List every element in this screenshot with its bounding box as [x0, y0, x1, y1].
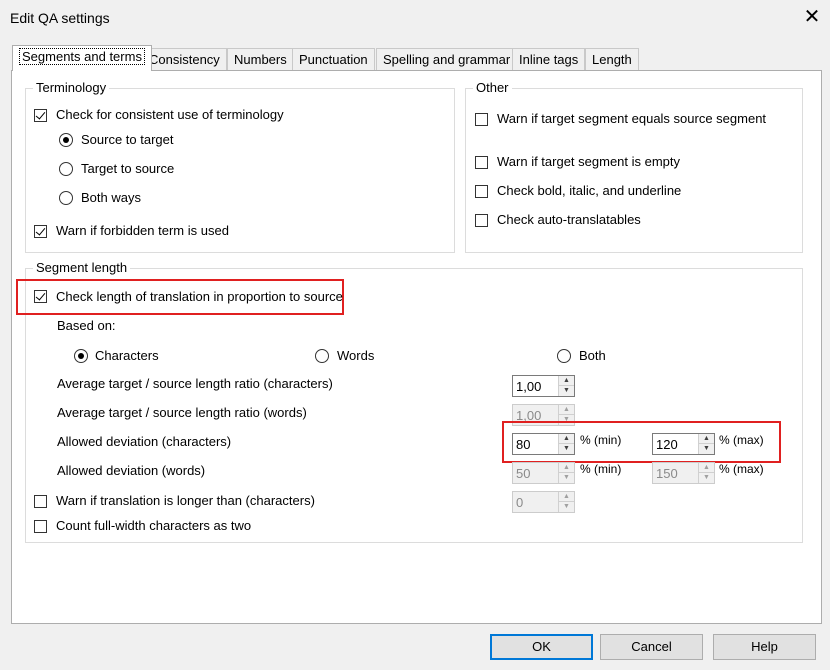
warn-empty-label[interactable]: Warn if target segment is empty	[497, 154, 680, 169]
tab-punctuation[interactable]: Punctuation	[292, 48, 375, 70]
dev-chars-min-suffix: % (min)	[580, 433, 622, 447]
dev-words-min-spinner[interactable]: ▲▼	[512, 462, 575, 484]
both-ways-label[interactable]: Both ways	[81, 190, 141, 205]
tab-numbers[interactable]: Numbers	[227, 48, 294, 70]
target-to-source-label[interactable]: Target to source	[81, 161, 174, 176]
tab-inline-tags[interactable]: Inline tags	[512, 48, 586, 70]
other-title: Other	[473, 80, 512, 95]
check-formatting-label[interactable]: Check bold, italic, and underline	[497, 183, 681, 198]
warn-longer-label[interactable]: Warn if translation is longer than (char…	[56, 493, 315, 508]
spin-down-icon[interactable]: ▼	[559, 473, 574, 483]
tab-label: Length	[592, 52, 632, 67]
warn-forbidden-checkbox[interactable]	[34, 225, 47, 238]
spin-up-icon[interactable]: ▲	[559, 405, 574, 415]
tab-consistency[interactable]: Consistency	[142, 48, 227, 70]
target-to-source-radio[interactable]	[59, 162, 73, 176]
both-ways-radio[interactable]	[59, 191, 73, 205]
warn-forbidden-label[interactable]: Warn if forbidden term is used	[56, 223, 229, 238]
spin-up-icon[interactable]: ▲	[699, 463, 714, 473]
based-on-label: Based on:	[57, 318, 116, 333]
dev-chars-max-spinner[interactable]: ▲▼	[652, 433, 715, 455]
dev-words-max-suffix: % (max)	[719, 462, 764, 476]
help-button[interactable]: Help	[713, 634, 816, 660]
dev-words-min-input[interactable]	[513, 463, 557, 483]
tab-label: Numbers	[234, 52, 287, 67]
tab-label: Segments and terms	[19, 48, 145, 65]
check-length-checkbox[interactable]	[34, 290, 47, 303]
check-autotranslatables-checkbox[interactable]	[475, 214, 488, 227]
window-title: Edit QA settings	[10, 10, 110, 26]
based-words-radio[interactable]	[315, 349, 329, 363]
spin-down-icon[interactable]: ▼	[559, 502, 574, 512]
spin-up-icon[interactable]: ▲	[699, 434, 714, 444]
check-autotranslatables-label[interactable]: Check auto-translatables	[497, 212, 641, 227]
dev-chars-label: Allowed deviation (characters)	[57, 434, 232, 449]
check-consistent-checkbox[interactable]	[34, 109, 47, 122]
segment-length-title: Segment length	[33, 260, 131, 275]
warn-empty-checkbox[interactable]	[475, 156, 488, 169]
based-words-label[interactable]: Words	[337, 348, 374, 363]
tab-length[interactable]: Length	[585, 48, 639, 70]
cancel-button[interactable]: Cancel	[600, 634, 703, 660]
spin-up-icon[interactable]: ▲	[559, 434, 574, 444]
check-consistent-label[interactable]: Check for consistent use of terminology	[56, 107, 284, 122]
warn-equals-label[interactable]: Warn if target segment equals source seg…	[497, 111, 766, 126]
based-characters-label[interactable]: Characters	[95, 348, 159, 363]
based-characters-radio[interactable]	[74, 349, 88, 363]
dev-chars-min-input[interactable]	[513, 434, 557, 454]
avg-chars-spinner[interactable]: ▲▼	[512, 375, 575, 397]
dev-chars-max-input[interactable]	[653, 434, 697, 454]
tab-segments-and-terms[interactable]: Segments and terms	[12, 45, 152, 71]
warn-equals-checkbox[interactable]	[475, 113, 488, 126]
close-icon[interactable]: ✕	[798, 3, 826, 31]
full-width-checkbox[interactable]	[34, 520, 47, 533]
check-formatting-checkbox[interactable]	[475, 185, 488, 198]
avg-chars-label: Average target / source length ratio (ch…	[57, 376, 333, 391]
spin-down-icon[interactable]: ▼	[699, 444, 714, 454]
warn-longer-spinner[interactable]: ▲▼	[512, 491, 575, 513]
tab-label: Inline tags	[519, 52, 579, 67]
dev-words-label: Allowed deviation (words)	[57, 463, 206, 478]
warn-longer-input[interactable]	[513, 492, 557, 512]
ok-button[interactable]: OK	[490, 634, 593, 660]
avg-chars-input[interactable]	[513, 376, 557, 396]
spin-up-icon[interactable]: ▲	[559, 376, 574, 386]
spin-down-icon[interactable]: ▼	[559, 444, 574, 454]
avg-words-label: Average target / source length ratio (wo…	[57, 405, 307, 420]
spin-up-icon[interactable]: ▲	[559, 463, 574, 473]
terminology-title: Terminology	[33, 80, 110, 95]
spin-down-icon[interactable]: ▼	[559, 386, 574, 396]
dev-words-max-spinner[interactable]: ▲▼	[652, 462, 715, 484]
tab-label: Punctuation	[299, 52, 368, 67]
tab-label: Consistency	[149, 52, 220, 67]
spin-down-icon[interactable]: ▼	[699, 473, 714, 483]
based-both-label[interactable]: Both	[579, 348, 606, 363]
full-width-label[interactable]: Count full-width characters as two	[56, 518, 251, 533]
dev-words-min-suffix: % (min)	[580, 462, 622, 476]
warn-longer-checkbox[interactable]	[34, 495, 47, 508]
dev-words-max-input[interactable]	[653, 463, 697, 483]
tab-label: Spelling and grammar	[383, 52, 511, 67]
dev-chars-min-spinner[interactable]: ▲▼	[512, 433, 575, 455]
source-to-target-radio[interactable]	[59, 133, 73, 147]
dev-chars-max-suffix: % (max)	[719, 433, 764, 447]
spin-up-icon[interactable]: ▲	[559, 492, 574, 502]
tab-spelling-and-grammar[interactable]: Spelling and grammar	[376, 48, 518, 70]
check-length-label[interactable]: Check length of translation in proportio…	[56, 289, 343, 304]
source-to-target-label[interactable]: Source to target	[81, 132, 174, 147]
based-both-radio[interactable]	[557, 349, 571, 363]
